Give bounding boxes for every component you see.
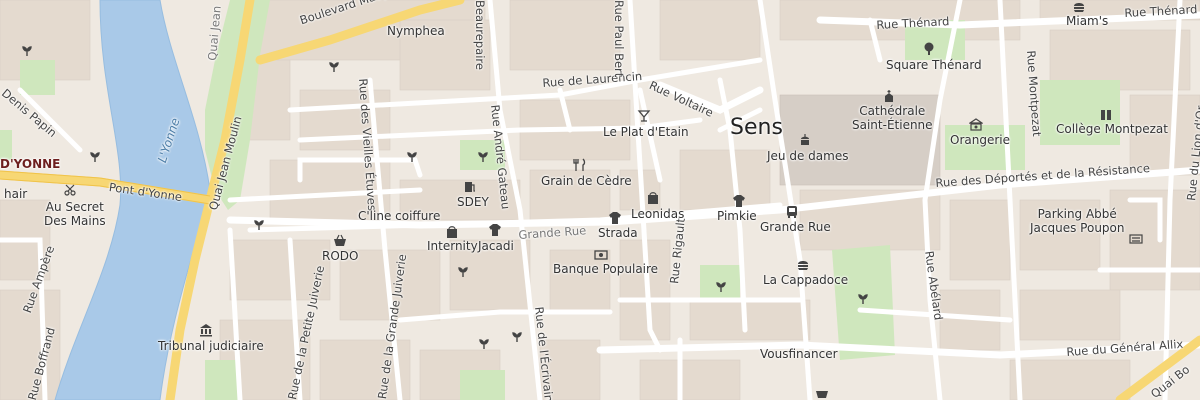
- parking-entrance-icon: [1129, 234, 1143, 244]
- poi-nymphea[interactable]: Nymphea: [387, 24, 445, 38]
- museum-icon: [969, 118, 983, 131]
- poi-au-secret-des-mains[interactable]: Au Secret Des Mains: [44, 200, 106, 228]
- street-beaurepaire: Beaurepaire: [473, 0, 487, 70]
- poi-sdey[interactable]: SDEY: [457, 195, 489, 209]
- shop-basket-icon: [334, 234, 346, 246]
- poi-parking-abbe-jacques-poupon[interactable]: Parking Abbé Jacques Poupon: [1030, 207, 1124, 235]
- shop-basket-icon: [816, 391, 828, 398]
- tree-icon: [924, 42, 934, 55]
- courthouse-icon: [200, 324, 212, 337]
- area-label-yonne: D'YONNE: [0, 157, 61, 171]
- poi-leonidas[interactable]: Leonidas: [631, 207, 684, 221]
- city-label-sens: Sens: [730, 115, 783, 140]
- clothes-icon: [609, 212, 621, 224]
- garden-icon: [458, 267, 468, 277]
- poi-cline-coiffure[interactable]: C'line coiffure: [358, 209, 440, 223]
- street-rue-paul-bert: Rue Paul Bert: [612, 0, 626, 78]
- bank-note-icon: [594, 250, 608, 260]
- garden-icon: [478, 152, 488, 162]
- poi-internity[interactable]: Internity: [427, 239, 478, 253]
- garden-icon: [22, 46, 32, 56]
- poi-rodo[interactable]: RODO: [322, 249, 358, 263]
- monument-icon: [801, 134, 809, 145]
- fast-food-icon: [798, 261, 808, 270]
- poi-college-montpezat[interactable]: Collège Montpezat: [1056, 122, 1168, 136]
- poi-miams[interactable]: Miam's: [1066, 14, 1108, 28]
- garden-icon: [254, 220, 264, 230]
- poi-square-thenard[interactable]: Square Thénard: [886, 58, 982, 72]
- map-canvas[interactable]: Sens Boulevard Maupeou Rue de Laurencin …: [0, 0, 1200, 400]
- shop-bag-icon: [447, 226, 457, 238]
- clothes-icon: [733, 195, 745, 207]
- church-icon: [885, 90, 893, 102]
- garden-icon: [479, 339, 489, 349]
- poi-tribunal-judiciaire[interactable]: Tribunal judiciaire: [158, 339, 264, 353]
- poi-cathedrale-saint-etienne[interactable]: Cathédrale Saint-Étienne: [852, 104, 933, 132]
- poi-strada[interactable]: Strada: [598, 226, 638, 240]
- bar-icon: [637, 110, 651, 122]
- poi-jeu-de-dames[interactable]: Jeu de dames: [767, 149, 848, 163]
- clothes-icon: [489, 224, 501, 236]
- poi-pimkie[interactable]: Pimkie: [717, 209, 757, 223]
- poi-grande-rue-bus-stop[interactable]: Grande Rue: [760, 220, 831, 234]
- hairdresser-icon: [64, 184, 76, 196]
- poi-plat-etain[interactable]: Le Plat d'Etain: [603, 125, 689, 139]
- poi-la-cappadoce[interactable]: La Cappadoce: [763, 273, 848, 287]
- garden-icon: [329, 62, 339, 72]
- garden-icon: [90, 152, 100, 162]
- poi-banque-populaire[interactable]: Banque Populaire: [553, 262, 658, 276]
- fast-food-icon: [1074, 3, 1084, 12]
- school-icon: [1101, 110, 1111, 120]
- fuel-icon: [465, 182, 475, 192]
- garden-icon: [858, 294, 868, 304]
- garden-icon: [512, 332, 522, 342]
- poi-grain-cedre[interactable]: Grain de Cèdre: [541, 174, 632, 188]
- restaurant-icon: [573, 158, 586, 171]
- poi-orangerie[interactable]: Orangerie: [950, 133, 1010, 147]
- garden-icon: [407, 152, 417, 162]
- poi-jacadi[interactable]: Jacadi: [478, 239, 514, 253]
- poi-hair[interactable]: hair: [4, 187, 27, 201]
- poi-vousfinancer[interactable]: Vousfinancer: [760, 347, 838, 361]
- shop-bag-icon: [648, 192, 658, 204]
- bus-stop-icon: [787, 206, 797, 218]
- garden-icon: [716, 282, 726, 292]
